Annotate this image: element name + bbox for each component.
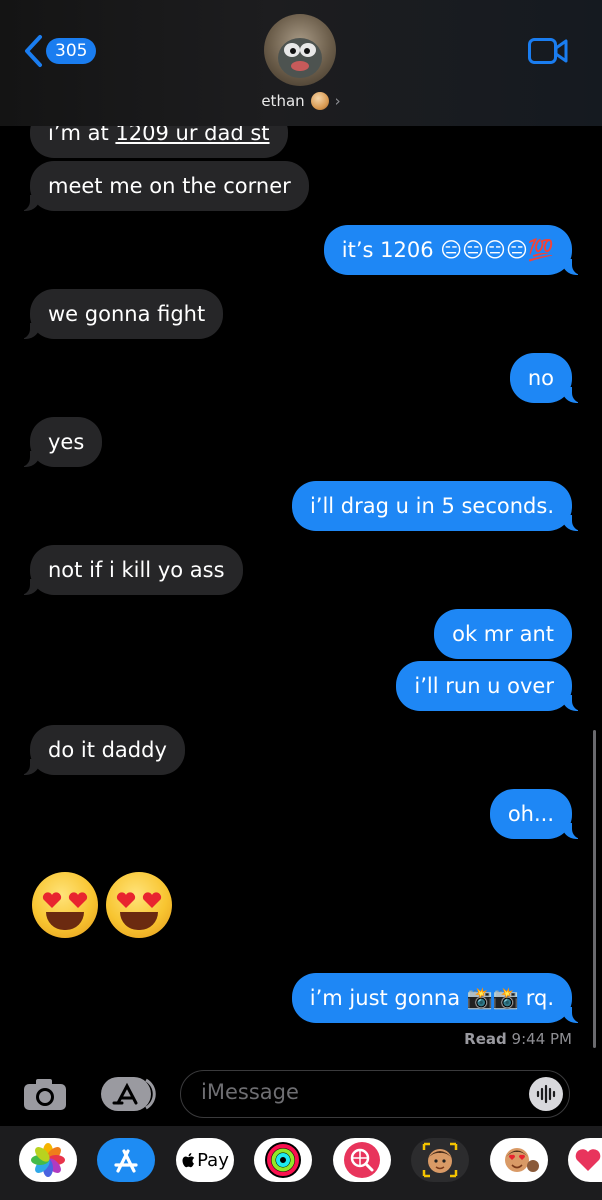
incoming-message[interactable]: meet me on the corner xyxy=(16,161,309,211)
read-receipt: Read 9:44 PM xyxy=(464,1030,572,1048)
heart-eyes-emoji-icon xyxy=(106,872,172,938)
outgoing-message[interactable]: it’s 1206 😑😑😑😑💯 xyxy=(323,225,587,275)
unread-count-badge: 305 xyxy=(46,38,97,64)
outgoing-message[interactable]: i’ll run u over xyxy=(396,661,586,711)
avatar-image xyxy=(278,38,322,78)
contact-avatar[interactable] xyxy=(264,14,336,86)
incoming-message[interactable]: not if i kill yo ass xyxy=(16,545,243,595)
video-camera-icon xyxy=(528,38,568,64)
read-time: 9:44 PM xyxy=(511,1030,572,1048)
read-label: Read xyxy=(464,1030,507,1048)
camera-icon xyxy=(24,1079,66,1110)
photos-flower-icon xyxy=(31,1143,65,1177)
message-input-field[interactable] xyxy=(180,1070,570,1118)
photos-app-icon[interactable] xyxy=(19,1138,77,1182)
contact-name-row[interactable]: ethan › xyxy=(0,92,602,110)
outgoing-message[interactable]: i’ll drag u in 5 seconds. xyxy=(291,481,587,531)
app-store-a-icon xyxy=(114,1149,138,1173)
app-drawer-button[interactable] xyxy=(100,1076,156,1116)
apple-pay-label: Pay xyxy=(197,1149,229,1171)
memoji-stickers-icon xyxy=(505,1148,539,1172)
memoji-face-icon xyxy=(422,1142,458,1178)
back-button[interactable]: 305 xyxy=(22,34,97,68)
imessage-app-strip: Pay xyxy=(0,1126,602,1200)
app-store-app-icon[interactable] xyxy=(97,1138,155,1182)
audio-message-button[interactable] xyxy=(529,1077,563,1111)
animoji-stickers-app-icon[interactable] xyxy=(490,1138,548,1182)
globe-search-icon xyxy=(344,1142,380,1178)
memoji-app-icon[interactable] xyxy=(411,1138,469,1182)
composer-bar xyxy=(0,1060,602,1126)
chevron-right-icon: › xyxy=(334,92,341,110)
heart-eyes-emoji-icon xyxy=(32,872,98,938)
activity-rings-icon xyxy=(265,1142,301,1178)
incoming-message[interactable]: do it daddy xyxy=(16,725,185,775)
search-images-app-icon[interactable] xyxy=(333,1138,391,1182)
heart-icon xyxy=(575,1149,601,1171)
conversation-header: 305 ethan › xyxy=(0,0,602,126)
outgoing-message[interactable]: oh... xyxy=(489,789,587,839)
activity-app-icon[interactable] xyxy=(254,1138,312,1182)
outgoing-message[interactable]: i’m just gonna 📸📸 rq. xyxy=(291,973,587,1023)
imessage-input[interactable] xyxy=(199,1079,503,1105)
apple-pay-app-icon[interactable]: Pay xyxy=(176,1138,234,1182)
incoming-message[interactable]: yes xyxy=(15,417,103,467)
waveform-icon xyxy=(536,1084,556,1104)
facetime-video-button[interactable] xyxy=(528,38,568,68)
incoming-message[interactable]: we gonna fight xyxy=(15,289,224,339)
digital-touch-app-icon[interactable] xyxy=(568,1138,602,1182)
camera-button[interactable] xyxy=(22,1076,68,1116)
contact-name: ethan xyxy=(261,92,305,110)
outgoing-message[interactable]: ok mr ant xyxy=(434,609,572,659)
apple-logo-icon xyxy=(182,1152,195,1167)
scrollbar[interactable] xyxy=(593,730,596,1048)
chevron-left-icon xyxy=(25,35,42,67)
app-store-icon xyxy=(101,1077,156,1111)
incoming-emoji-message[interactable] xyxy=(32,872,172,938)
outgoing-message[interactable]: no xyxy=(509,353,587,403)
onion-emoji-icon xyxy=(310,92,329,110)
